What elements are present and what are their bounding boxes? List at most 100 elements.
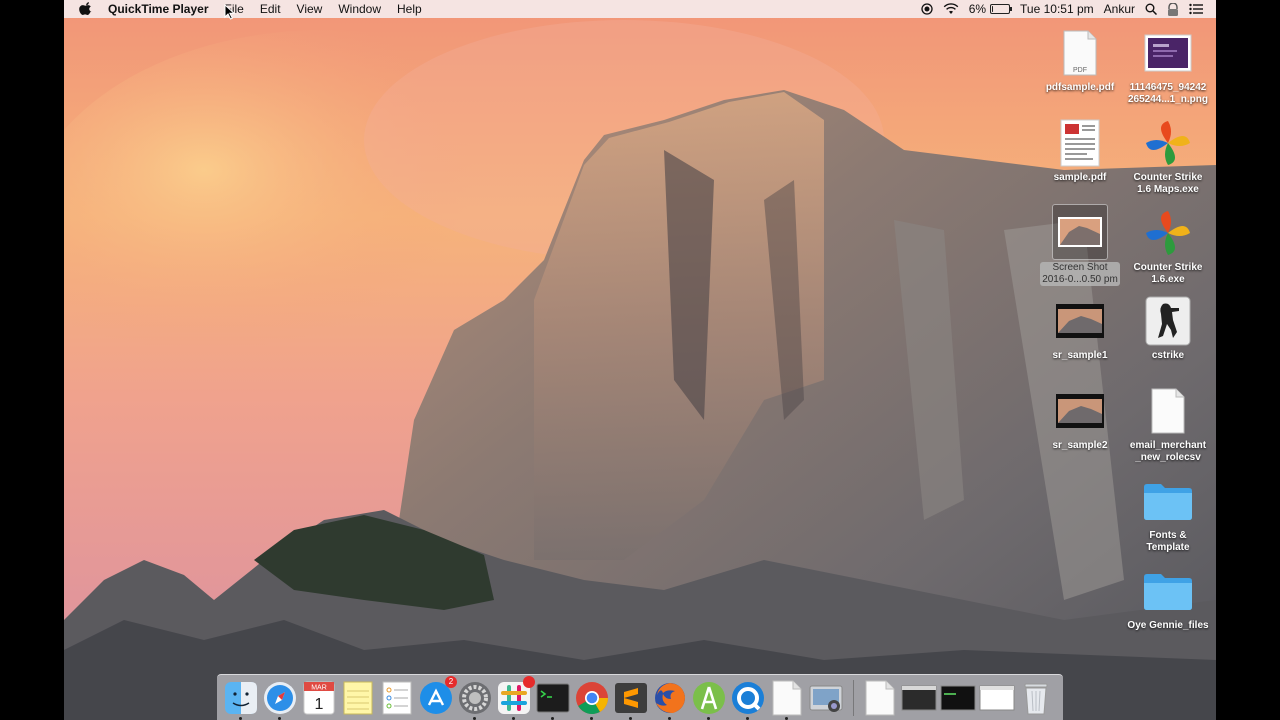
desktop-item-label: Counter Strike 1.6 Maps.exe xyxy=(1133,172,1203,195)
desktop: QuickTime Player File Edit View Window H… xyxy=(64,0,1216,720)
trash-icon xyxy=(1024,683,1048,714)
pdf-document-icon xyxy=(1053,116,1107,170)
dock-separator xyxy=(853,679,854,716)
user-menu[interactable]: Ankur xyxy=(1099,0,1140,18)
desktop-item-cs-maps[interactable]: Counter Strike 1.6 Maps.exe xyxy=(1120,116,1216,196)
record-icon[interactable] xyxy=(916,3,938,15)
running-indicator xyxy=(746,716,749,720)
cstrike-icon xyxy=(1141,294,1195,348)
battery-status[interactable]: 6% xyxy=(964,0,1015,18)
running-indicator xyxy=(473,716,476,720)
dock-chrome[interactable] xyxy=(574,680,610,720)
pinwheel-icon xyxy=(1141,206,1195,260)
window-thumbnail-icon xyxy=(940,685,976,710)
battery-icon xyxy=(990,4,1013,14)
dock-quicktime[interactable] xyxy=(730,680,766,720)
desktop-item-pdfsample[interactable]: PDF pdfsample.pdf xyxy=(1032,26,1128,94)
android-studio-icon xyxy=(693,681,725,714)
desktop-item-label: sr_sample1 xyxy=(1052,350,1108,361)
pinwheel-icon xyxy=(1141,116,1195,170)
calendar-month: MAR xyxy=(311,684,327,691)
gear-icon xyxy=(459,681,491,714)
dock-document-stack[interactable] xyxy=(862,680,898,716)
dock-safari[interactable] xyxy=(262,680,298,720)
battery-percent: 6% xyxy=(968,2,987,16)
safari-icon xyxy=(264,681,296,714)
video-icon xyxy=(1053,294,1107,348)
notes-icon xyxy=(343,681,373,714)
calendar-day: 1 xyxy=(315,696,324,713)
vault-icon[interactable] xyxy=(1162,2,1184,16)
running-indicator xyxy=(707,716,710,720)
screenshot-icon xyxy=(1052,204,1108,260)
document-stack-icon xyxy=(865,680,895,715)
window-thumbnail-icon xyxy=(979,685,1015,710)
desktop-item-email-merchant[interactable]: email_merchant _new_rolecsv xyxy=(1120,384,1216,464)
dock-minimized-window-1[interactable] xyxy=(901,680,937,716)
app-menu[interactable]: QuickTime Player xyxy=(108,0,217,18)
dock-finder[interactable] xyxy=(223,680,259,720)
dock-calendar[interactable]: MAR 1 xyxy=(301,680,337,716)
apple-icon[interactable] xyxy=(79,2,93,16)
desktop-item-sample-pdf[interactable]: sample.pdf xyxy=(1032,116,1128,184)
desktop-item-label: 11146475_94242 265244...1_n.png xyxy=(1127,82,1209,105)
dock-system-preferences[interactable] xyxy=(457,680,493,720)
pdf-icon: PDF xyxy=(1053,26,1107,80)
terminal-icon xyxy=(536,683,570,712)
desktop-item-cs-exe[interactable]: Counter Strike 1.6.exe xyxy=(1120,206,1216,286)
dock-android-studio[interactable] xyxy=(691,680,727,720)
menu-edit[interactable]: Edit xyxy=(252,0,289,18)
image-icon xyxy=(1141,26,1195,80)
running-indicator xyxy=(590,716,593,720)
battery-fill xyxy=(992,6,994,12)
dock-trash[interactable] xyxy=(1018,680,1054,716)
file-icon xyxy=(1141,384,1195,438)
search-icon[interactable] xyxy=(1140,3,1162,15)
wifi-icon[interactable] xyxy=(938,3,964,15)
dock-minimized-window-3[interactable] xyxy=(979,680,1015,716)
video-icon xyxy=(1053,384,1107,438)
running-indicator xyxy=(785,716,788,720)
desktop-item-oye-gennie[interactable]: Oye Gennie_files xyxy=(1120,564,1216,632)
running-indicator xyxy=(512,716,515,720)
dock-preview-document[interactable] xyxy=(769,680,805,720)
running-indicator xyxy=(239,716,242,720)
app-store-badge: 2 xyxy=(445,675,457,688)
dock-notes[interactable] xyxy=(340,680,376,716)
image-capture-icon xyxy=(809,685,843,712)
desktop-item-label: Counter Strike 1.6.exe xyxy=(1133,262,1203,285)
desktop-item-cstrike[interactable]: cstrike xyxy=(1120,294,1216,362)
dock-image-capture[interactable] xyxy=(808,680,844,716)
menu-window[interactable]: Window xyxy=(330,0,389,18)
desktop-item-png[interactable]: 11146475_94242 265244...1_n.png xyxy=(1120,26,1216,106)
dock-terminal[interactable] xyxy=(535,680,571,720)
folder-icon xyxy=(1141,474,1195,528)
running-indicator xyxy=(278,716,281,720)
clock[interactable]: Tue 10:51 pm xyxy=(1015,0,1099,18)
dock-slack[interactable] xyxy=(496,675,535,720)
dock-app-store[interactable]: 2 xyxy=(418,675,457,716)
dock-sublime-text[interactable] xyxy=(613,680,649,720)
menu-bar: QuickTime Player File Edit View Window H… xyxy=(64,0,1216,18)
desktop-item-label: email_merchant _new_rolecsv xyxy=(1129,440,1207,463)
desktop-item-screenshot[interactable]: Screen Shot 2016-0...0.50 pm xyxy=(1032,204,1128,287)
desktop-item-label: Oye Gennie_files xyxy=(1127,620,1209,631)
quicktime-icon xyxy=(732,681,764,714)
desktop-item-fonts-template[interactable]: Fonts & Template xyxy=(1120,474,1216,554)
list-icon[interactable] xyxy=(1184,3,1208,15)
dock-minimized-window-2[interactable] xyxy=(940,680,976,716)
reminders-icon xyxy=(382,681,412,714)
document-icon xyxy=(772,680,802,715)
chrome-icon xyxy=(576,681,609,714)
menu-help[interactable]: Help xyxy=(389,0,430,18)
firefox-icon xyxy=(655,682,685,713)
desktop-item-sr-sample1[interactable]: sr_sample1 xyxy=(1032,294,1128,362)
desktop-item-label: sample.pdf xyxy=(1053,172,1107,183)
folder-icon xyxy=(1141,564,1195,618)
desktop-item-sr-sample2[interactable]: sr_sample2 xyxy=(1032,384,1128,452)
menu-view[interactable]: View xyxy=(289,0,331,18)
window-thumbnail-icon xyxy=(901,685,937,710)
dock-firefox[interactable] xyxy=(652,680,688,720)
dock-reminders[interactable] xyxy=(379,680,415,716)
pdf-type-label: PDF xyxy=(1073,67,1087,74)
